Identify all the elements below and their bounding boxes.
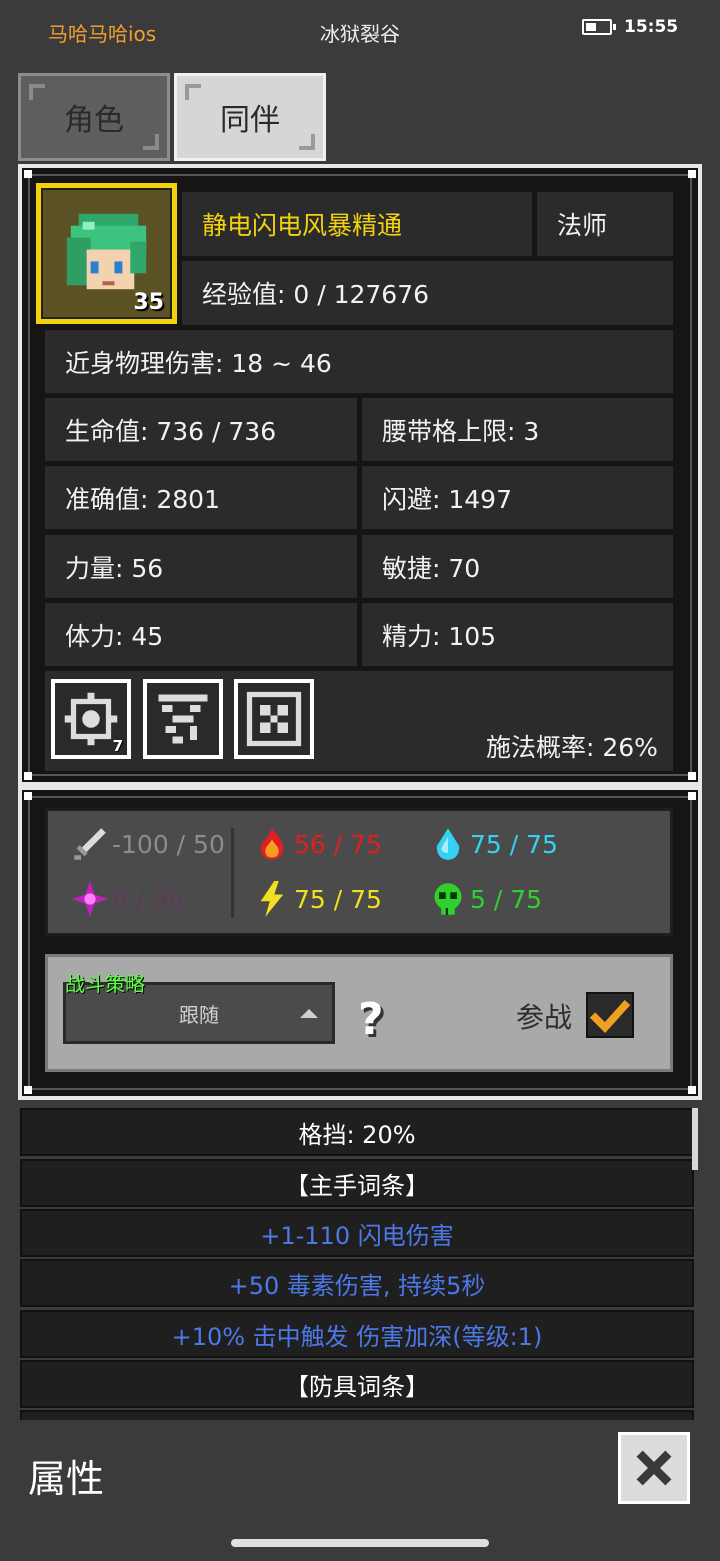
skill-slot-1[interactable]: 7 <box>51 679 131 759</box>
cast-chance: 施法概率: 26% <box>486 733 658 762</box>
resist-arcane-value: 0 / 50 <box>112 884 185 914</box>
skill-count: 7 <box>112 737 123 755</box>
resist-cold: 75 / 75 <box>430 826 558 862</box>
character-class: 法师 <box>537 192 673 256</box>
home-indicator[interactable] <box>231 1539 489 1547</box>
character-portrait[interactable]: 35 <box>36 183 177 324</box>
tab-companion-label: 同伴 <box>220 103 280 138</box>
corner-ornament-icon <box>299 134 315 150</box>
list-item: +1-110 闪电伤害 <box>20 1209 694 1257</box>
character-level: 35 <box>133 290 164 315</box>
stat-health: 生命值: 736 / 736 <box>45 398 357 461</box>
resist-lightning: 75 / 75 <box>254 881 382 917</box>
list-item: 【防具词条】 <box>20 1360 694 1408</box>
corner-ornament-icon <box>29 84 45 100</box>
corner-ornament-icon <box>143 134 159 150</box>
resist-poison-value: 5 / 75 <box>470 884 543 914</box>
close-icon <box>636 1450 672 1486</box>
stat-belt-slots: 腰带格上限: 3 <box>362 398 673 461</box>
resist-lightning-value: 75 / 75 <box>294 884 382 914</box>
stat-accuracy: 准确值: 2801 <box>45 466 357 529</box>
list-item: 格挡: 20% <box>20 1108 694 1156</box>
tab-role-label: 角色 <box>64 103 124 138</box>
join-battle-checkbox[interactable] <box>586 992 634 1038</box>
melee-damage-value: 近身物理伤害: 18 ~ 46 <box>45 330 673 393</box>
resist-physical: -100 / 50 <box>72 826 225 862</box>
help-icon[interactable]: ? <box>358 994 384 1045</box>
resist-poison: 5 / 75 <box>430 881 542 917</box>
water-drop-icon <box>436 828 460 860</box>
battery-icon <box>582 19 616 35</box>
lightning-icon <box>260 881 284 917</box>
list-item: +10% 击中触发 伤害加深(等级:1) <box>20 1310 694 1358</box>
list-scrollbar[interactable] <box>692 1108 698 1170</box>
arcane-star-icon <box>72 881 108 917</box>
stat-strength: 力量: 56 <box>45 535 357 598</box>
strategy-selected-value: 跟随 <box>179 1002 219 1027</box>
status-title: 冰狱裂谷 <box>320 22 400 46</box>
close-button[interactable] <box>618 1432 690 1504</box>
list-item-partial <box>20 1410 694 1420</box>
resist-physical-value: -100 / 50 <box>112 829 225 859</box>
sword-icon <box>74 828 106 860</box>
status-time: 15:55 <box>624 17 679 37</box>
pattern-skill-icon <box>246 691 302 747</box>
skill-slot-2[interactable] <box>143 679 223 759</box>
experience-value: 经验值: 0 / 127676 <box>182 261 673 325</box>
stat-stamina: 体力: 45 <box>45 603 357 666</box>
stat-energy: 精力: 105 <box>362 603 673 666</box>
list-item: +50 毒素伤害, 持续5秒 <box>20 1259 694 1307</box>
lightning-glyph-skill-icon <box>158 694 208 744</box>
resist-arcane: 0 / 50 <box>72 881 184 917</box>
strategy-label: 战斗策略 <box>65 972 145 996</box>
gear-skill-icon <box>64 692 118 746</box>
stat-dodge: 闪避: 1497 <box>362 466 673 529</box>
resist-cold-value: 75 / 75 <box>470 829 558 859</box>
resist-fire-value: 56 / 75 <box>294 829 382 859</box>
stat-agility: 敏捷: 70 <box>362 535 673 598</box>
character-name: 静电闪电风暴精通 <box>182 192 532 256</box>
chevron-up-icon <box>300 1009 318 1018</box>
tab-role[interactable]: 角色 <box>18 73 170 161</box>
page-title: 属性 <box>28 1457 105 1501</box>
skull-icon <box>434 883 462 915</box>
tab-companion[interactable]: 同伴 <box>174 73 326 161</box>
corner-ornament-icon <box>185 84 201 100</box>
skill-slot-3[interactable] <box>234 679 314 759</box>
checkmark-icon <box>590 999 630 1033</box>
fire-icon <box>260 828 284 860</box>
resist-fire: 56 / 75 <box>254 826 382 862</box>
join-battle-label: 参战 <box>516 1001 573 1034</box>
resistance-divider <box>231 828 234 918</box>
list-item: 【主手词条】 <box>20 1159 694 1207</box>
